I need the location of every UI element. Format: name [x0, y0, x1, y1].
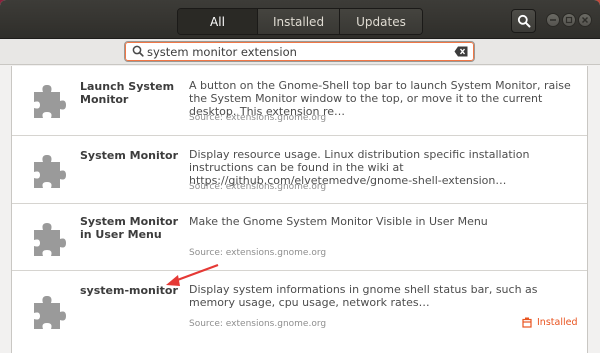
installed-badge: Installed [522, 317, 577, 328]
installed-box-icon [522, 317, 532, 328]
maximize-icon [565, 16, 573, 24]
search-icon [517, 14, 530, 28]
maximize-button[interactable] [562, 13, 576, 27]
gnome-software-window: All Installed Updates system monitor ext… [0, 0, 600, 353]
list-item[interactable]: Launch System Monitor A button on the Gn… [12, 66, 587, 136]
clear-search-icon[interactable] [454, 46, 468, 57]
search-icon [132, 45, 144, 57]
list-item[interactable]: System Monitor in User Menu Make the Gno… [12, 204, 587, 271]
tab-installed[interactable]: Installed [258, 9, 340, 34]
search-entry[interactable] [124, 41, 475, 62]
header-bar: All Installed Updates [0, 0, 600, 39]
puzzle-piece-icon [34, 223, 66, 256]
close-icon [582, 17, 588, 23]
puzzle-piece-icon [34, 296, 66, 329]
extension-description: Display system informations in gnome she… [189, 283, 538, 309]
minimize-button[interactable] [546, 13, 560, 27]
installed-label: Installed [537, 317, 578, 328]
extension-source: Source: extensions.gnome.org [189, 319, 327, 329]
list-item[interactable]: system-monitor Display system informatio… [12, 271, 587, 353]
extension-name: System Monitor [80, 149, 178, 162]
annotation-arrow-icon [166, 263, 219, 286]
list-item[interactable]: System Monitor Display resource usage. L… [12, 136, 587, 204]
extension-name: Launch System Monitor [80, 80, 175, 106]
search-input[interactable] [147, 44, 447, 59]
extension-source: Source: extensions.gnome.org [189, 248, 327, 258]
search-toggle-button[interactable] [511, 9, 536, 33]
puzzle-piece-icon [34, 85, 66, 118]
tab-updates[interactable]: Updates [340, 9, 422, 34]
extension-description: Make the Gnome System Monitor Visible in… [189, 215, 488, 228]
extension-source: Source: extensions.gnome.org [189, 113, 327, 123]
view-switcher: All Installed Updates [177, 8, 423, 35]
search-bar [0, 39, 600, 65]
tab-all[interactable]: All [178, 9, 258, 34]
search-results-list: Launch System Monitor A button on the Gn… [11, 66, 588, 353]
close-button[interactable] [578, 13, 592, 27]
minimize-icon [550, 19, 556, 21]
puzzle-piece-icon [34, 155, 66, 188]
extension-source: Source: extensions.gnome.org [189, 182, 327, 192]
extension-name: System Monitor in User Menu [80, 215, 178, 241]
